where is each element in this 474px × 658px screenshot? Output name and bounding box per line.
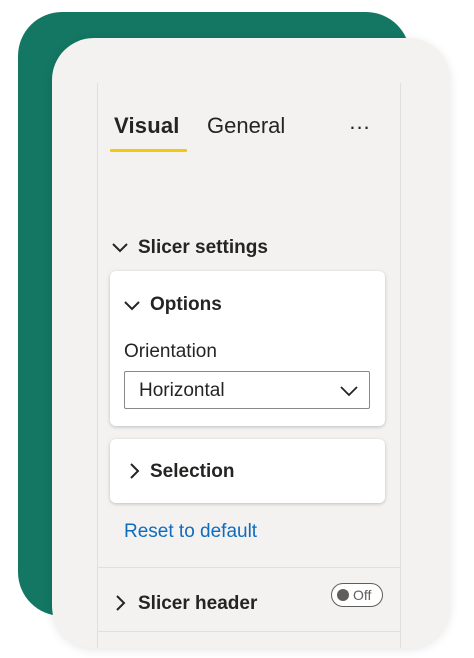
screenshot-stage: Visual General ... Slicer settings Optio… xyxy=(0,0,474,658)
format-pane-card: Visual General ... Slicer settings Optio… xyxy=(52,38,450,648)
chevron-down-icon xyxy=(124,301,140,311)
slicer-header-toggle[interactable]: Off xyxy=(331,583,383,607)
chevron-down-icon xyxy=(340,386,358,397)
pane-tabs: Visual General ... xyxy=(98,83,400,153)
section-divider xyxy=(98,567,400,568)
selection-label: Selection xyxy=(150,461,235,482)
options-card: Options Orientation Horizontal xyxy=(110,271,385,426)
selection-card[interactable]: Selection xyxy=(110,439,385,503)
options-label: Options xyxy=(150,294,222,315)
orientation-dropdown[interactable]: Horizontal xyxy=(124,371,370,409)
reset-to-default-link[interactable]: Reset to default xyxy=(124,521,257,543)
chevron-down-icon xyxy=(112,243,128,253)
tab-visual[interactable]: Visual xyxy=(114,113,180,139)
slicer-settings-header[interactable]: Slicer settings xyxy=(98,228,400,268)
chevron-right-icon xyxy=(130,463,140,479)
tab-general[interactable]: General xyxy=(207,113,285,139)
format-pane: Visual General ... Slicer settings Optio… xyxy=(97,83,401,648)
toggle-state-label: Off xyxy=(353,587,372,603)
toggle-knob xyxy=(337,589,349,601)
active-tab-indicator xyxy=(110,149,187,152)
chevron-right-icon xyxy=(116,595,126,611)
orientation-label: Orientation xyxy=(124,341,217,362)
slicer-settings-label: Slicer settings xyxy=(138,237,268,258)
orientation-value: Horizontal xyxy=(139,380,225,401)
more-options-icon[interactable]: ... xyxy=(342,107,378,137)
options-header[interactable]: Options xyxy=(110,271,385,327)
section-divider xyxy=(98,631,400,632)
slicer-header-label: Slicer header xyxy=(138,593,258,614)
